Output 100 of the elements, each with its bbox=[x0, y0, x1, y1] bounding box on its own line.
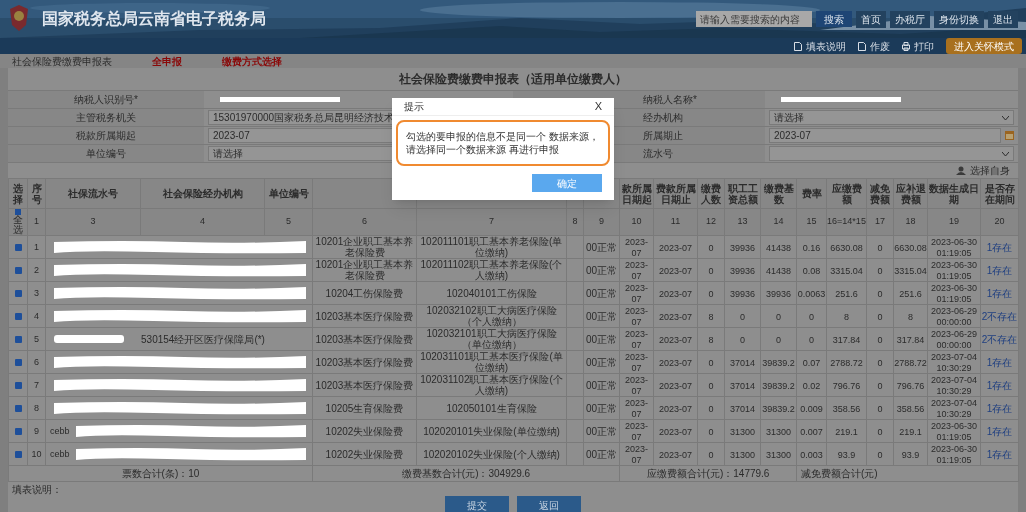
table-cell: 00正常 bbox=[585, 448, 618, 460]
column-number: 12 bbox=[706, 216, 716, 227]
row-number: 4 bbox=[34, 311, 39, 322]
breadcrumb-text: 社会保险费缴费申报表 bbox=[12, 54, 112, 69]
emblem-icon bbox=[8, 5, 30, 33]
instructions-button[interactable]: 填表说明 bbox=[794, 38, 846, 54]
table-cell: 0.07 bbox=[802, 357, 821, 368]
table-cell: 10205生育保险费 bbox=[325, 402, 404, 414]
row-checkbox[interactable] bbox=[14, 335, 22, 343]
table-cell: 0.009 bbox=[800, 403, 823, 414]
table-cell: 2023-06-30 01:19:05 bbox=[930, 237, 977, 258]
table-cell: 219.1 bbox=[835, 426, 858, 437]
notes-label: 填表说明： bbox=[12, 482, 62, 497]
table-cell: 37014 bbox=[730, 357, 755, 368]
field-label: 纳税人名称* bbox=[643, 93, 697, 107]
table-cell: 2023-07 bbox=[625, 444, 648, 465]
table-cell: 0 bbox=[809, 311, 814, 322]
table-cell: 8 bbox=[708, 334, 714, 345]
select-field[interactable]: 请选择 bbox=[769, 110, 1014, 125]
table-cell: 317.84 bbox=[832, 334, 861, 345]
table-cell: 41438 bbox=[766, 242, 791, 253]
search-button[interactable]: 搜索 bbox=[816, 11, 852, 27]
table-cell: 0.0063 bbox=[797, 288, 826, 299]
table-cell: 102050101生育保险 bbox=[446, 402, 537, 414]
table-cell: 0 bbox=[877, 242, 883, 253]
table-cell: 2023-07 bbox=[625, 329, 648, 350]
row-checkbox[interactable] bbox=[14, 289, 22, 297]
row-checkbox[interactable] bbox=[14, 312, 22, 320]
calendar-icon[interactable] bbox=[1005, 131, 1014, 140]
table-cell: 102031101职工基本医疗保险(单位缴纳) bbox=[420, 351, 563, 373]
table-cell: 0 bbox=[776, 311, 781, 322]
table-cell: 0 bbox=[740, 311, 745, 322]
row-checkbox[interactable] bbox=[14, 450, 22, 458]
table-cell: 2023-07-04 10:30:29 bbox=[930, 352, 977, 373]
column-number: 20 bbox=[994, 216, 1005, 227]
table-cell: 31300 bbox=[766, 426, 791, 437]
table-cell: 3315.04 bbox=[894, 265, 927, 276]
column-number: 3 bbox=[90, 216, 96, 227]
table-cell: 0 bbox=[708, 449, 714, 460]
field-label: 纳税人识别号* bbox=[74, 93, 138, 107]
table-cell: 39839.2 bbox=[762, 380, 795, 391]
table-cell: 2788.72 bbox=[894, 357, 927, 368]
table-cell: 2023-07 bbox=[625, 375, 648, 396]
row-checkbox[interactable] bbox=[14, 427, 22, 435]
table-cell: 0 bbox=[877, 357, 883, 368]
table-cell: 102040101工伤保险 bbox=[446, 287, 537, 299]
void-button[interactable]: 作废 bbox=[858, 38, 890, 54]
select-all-checkbox[interactable]: 全选 bbox=[9, 209, 27, 235]
column-number: 6 bbox=[362, 216, 367, 227]
select-field[interactable] bbox=[769, 146, 1014, 161]
breadcrumb-link[interactable]: 全申报 bbox=[152, 53, 182, 69]
table-cell: 10201企业职工基本养老保险费 bbox=[315, 236, 414, 258]
table-cell: 00正常 bbox=[585, 379, 618, 391]
row-checkbox[interactable] bbox=[14, 358, 22, 366]
close-button[interactable]: X bbox=[594, 98, 602, 115]
table-cell: 0 bbox=[708, 265, 714, 276]
table-cell: 358.56 bbox=[896, 403, 925, 414]
table-cell: 0 bbox=[877, 311, 883, 322]
print-button[interactable]: 打印 bbox=[902, 38, 934, 54]
table-cell: 10202失业保险费 bbox=[325, 448, 404, 460]
field-label: 主管税务机关 bbox=[76, 111, 136, 125]
table-cell: 8 bbox=[844, 311, 849, 322]
confirm-button[interactable]: 确定 bbox=[532, 174, 602, 192]
caret-icon bbox=[1002, 151, 1009, 156]
column-number: 14 bbox=[773, 216, 784, 227]
table-cell: 0 bbox=[877, 288, 883, 299]
row-checkbox[interactable] bbox=[14, 381, 22, 389]
breadcrumb-link[interactable]: 缴费方式选择 bbox=[222, 53, 282, 69]
column-header: 是否存在期间 bbox=[984, 182, 1015, 205]
care-mode-button[interactable]: 进入关怀模式 bbox=[946, 38, 1022, 54]
submit-button[interactable]: 提交 bbox=[445, 496, 509, 512]
table-cell: 0.02 bbox=[802, 380, 821, 391]
date-field[interactable]: 2023-07 bbox=[769, 128, 1001, 143]
table-cell: 00正常 bbox=[585, 425, 618, 437]
column-number: 8 bbox=[572, 216, 578, 227]
back-button[interactable]: 返回 bbox=[517, 496, 581, 512]
table-cell: 6630.08 bbox=[894, 242, 927, 253]
table-cell: 31300 bbox=[730, 449, 755, 460]
row-checkbox[interactable] bbox=[14, 243, 22, 251]
table-cell: 00正常 bbox=[585, 402, 618, 414]
document-icon bbox=[794, 41, 802, 51]
search-field[interactable]: 请输入需要搜索的内容 bbox=[696, 11, 812, 27]
table-cell: 3315.04 bbox=[830, 265, 863, 276]
table-cell: 2023-07 bbox=[659, 403, 692, 414]
row-number: 7 bbox=[34, 380, 39, 391]
person-icon bbox=[956, 166, 966, 175]
column-number: 1 bbox=[34, 216, 39, 227]
row-checkbox[interactable] bbox=[14, 404, 22, 412]
site-title: 国家税务总局云南省电子税务局 bbox=[42, 9, 266, 29]
column-number: 15 bbox=[806, 216, 817, 227]
row-number: 10 bbox=[31, 449, 42, 460]
row-number: 9 bbox=[34, 426, 39, 437]
table-cell: 39839.2 bbox=[762, 357, 795, 368]
table-cell: 39936 bbox=[766, 288, 791, 299]
select-self-button[interactable]: 选择自身 bbox=[956, 163, 1010, 178]
row-checkbox[interactable] bbox=[14, 266, 22, 274]
table-cell: cebb bbox=[50, 449, 70, 460]
table-cell: 0 bbox=[708, 357, 714, 368]
table-cell: 0.003 bbox=[800, 449, 823, 460]
table-cell: 2023-07-04 10:30:29 bbox=[930, 375, 977, 396]
